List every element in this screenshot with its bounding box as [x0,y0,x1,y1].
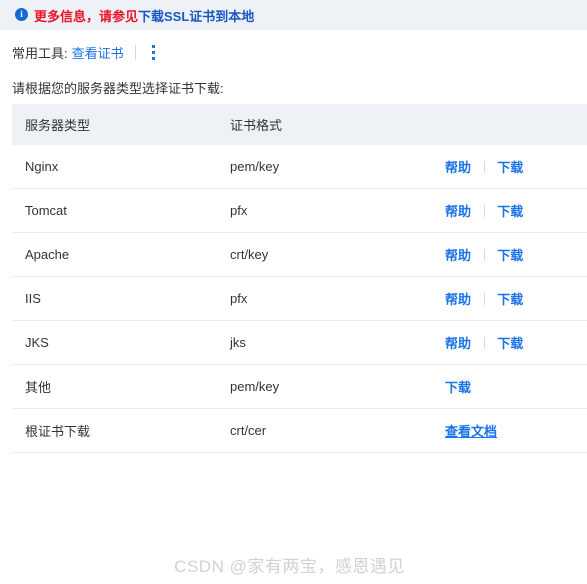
help-link[interactable]: 帮助 [445,204,471,219]
csdn-watermark: CSDN @家有两宝，感恩遇见 [174,557,405,576]
download-link[interactable]: 下载 [497,204,523,219]
cell-server-type: Nginx [12,145,230,189]
cell-action: 帮助 下载 [445,188,587,233]
cell-cert-format: pfx [230,188,445,233]
header-action: 操作 [445,104,587,145]
cell-server-type: JKS [12,320,230,365]
table-row: 根证书下载 crt/cer 查看文档 [12,408,587,453]
header-server-type: 服务器类型 [25,118,91,133]
common-tools-row: 常用工具: 查看证书 [12,42,161,62]
table-row: IIS pfx 帮助 下载 [12,276,587,321]
banner-message: 更多信息，请参见 [34,8,139,24]
table-header: 服务器类型 证书格式 操作 [12,104,587,145]
table-header-row: 服务器类型 证书格式 操作 [12,104,587,145]
download-link[interactable]: 下载 [445,380,471,395]
view-document-link[interactable]: 查看文档 [445,424,497,439]
help-link[interactable]: 帮助 [445,292,471,307]
header-cert-format: 证书格式 [230,118,283,133]
cell-cert-format: pfx [230,276,445,321]
cell-server-type: Apache [12,232,230,277]
help-link[interactable]: 帮助 [445,336,471,351]
cell-server-type: 根证书下载 [12,408,230,453]
help-link[interactable]: 帮助 [445,160,471,175]
ellipsis-dot [152,56,156,60]
help-link[interactable]: 帮助 [445,248,471,263]
action-divider [483,205,485,217]
cell-cert-format: pem/key [230,364,445,409]
certificate-download-table: 服务器类型 证书格式 操作 Nginx pem/key 帮助 下载 Tomcat… [12,104,587,453]
cell-action: 下载 [445,364,587,409]
action-divider [483,249,485,261]
action-divider [483,161,485,173]
cell-cert-format: crt/cer [230,408,445,453]
table-row: JKS jks 帮助 下载 [12,320,587,365]
ellipsis-dot [152,44,156,48]
banner-doc-link[interactable]: 下载SSL证书到本地 [138,6,254,25]
cell-action: 帮助 下载 [445,276,587,321]
action-divider [483,337,485,349]
cell-action: 帮助 下载 [445,145,587,189]
cell-server-type: 其他 [12,364,230,409]
download-link[interactable]: 下载 [497,292,523,307]
table-description: 请根据您的服务器类型选择证书下载: [12,81,224,96]
table-row: Tomcat pfx 帮助 下载 [12,188,587,233]
info-circle-icon: i [15,7,28,21]
cell-server-type: Tomcat [12,188,230,233]
table-row: 其他 pem/key 下载 [12,364,587,409]
action-divider [483,293,485,305]
cell-action: 帮助 下载 [445,232,587,277]
view-certificate-link[interactable]: 查看证书 [72,43,124,62]
info-banner: i 更多信息，请参见 下载SSL证书到本地 [0,0,587,30]
vertical-ellipsis-icon[interactable] [147,43,161,61]
cell-cert-format: jks [230,320,445,365]
table-row: Nginx pem/key 帮助 下载 [12,145,587,189]
table-row: Apache crt/key 帮助 下载 [12,232,587,277]
cell-action: 查看文档 [445,408,587,453]
cell-cert-format: pem/key [230,145,445,189]
download-link[interactable]: 下载 [497,160,523,175]
cell-server-type: IIS [12,276,230,321]
ellipsis-dot [152,50,156,54]
download-link[interactable]: 下载 [497,248,523,263]
cell-action: 帮助 下载 [445,320,587,365]
download-link[interactable]: 下载 [497,336,523,351]
tools-divider [134,44,136,60]
common-tools-label: 常用工具: [12,45,68,61]
cell-cert-format: crt/key [230,232,445,277]
table-body: Nginx pem/key 帮助 下载 Tomcat pfx 帮助 下载 Apa… [12,145,587,453]
